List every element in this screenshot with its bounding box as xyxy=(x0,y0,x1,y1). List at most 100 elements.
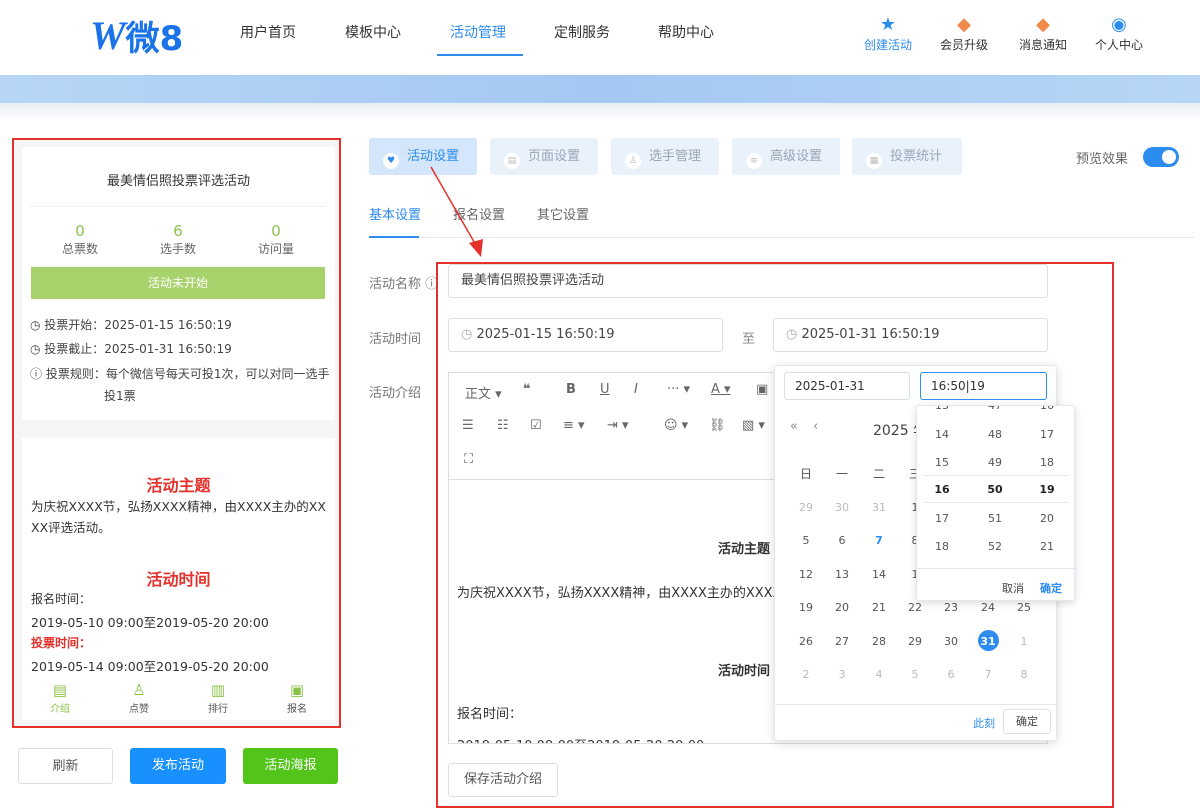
more-icon[interactable]: ··· ▾ xyxy=(667,382,690,397)
day-cell[interactable]: 22 xyxy=(897,601,933,614)
second-cell[interactable]: 17 xyxy=(1027,428,1067,441)
numbered-list-icon[interactable]: ☷ xyxy=(497,418,509,433)
notifications-button[interactable]: ◆ 消息通知 xyxy=(1011,14,1075,53)
day-cell-selected[interactable]: 31 xyxy=(970,635,1006,648)
editor-signup-time: 2019-05-10 09:00至2019-05-20 20:00 xyxy=(457,735,704,743)
day-cell[interactable]: 30 xyxy=(824,501,860,514)
minute-cell-selected[interactable]: 50 xyxy=(975,483,1015,496)
time-ok-button[interactable]: 确定 xyxy=(1040,580,1062,596)
publish-button[interactable]: 发布活动 xyxy=(130,748,226,784)
day-cell[interactable]: 6 xyxy=(824,534,860,547)
picker-now-button[interactable]: 此刻 xyxy=(973,715,995,731)
tab-vote-stats[interactable]: ▦ 投票统计 xyxy=(852,138,962,175)
tabbar-like[interactable]: ♙ 点赞 xyxy=(115,680,163,720)
nav-help[interactable]: 帮助中心 xyxy=(658,22,714,42)
font-color-icon[interactable]: A ▾ xyxy=(711,382,731,397)
nav-home[interactable]: 用户首页 xyxy=(240,22,296,42)
paragraph-select[interactable]: 正文 ▾ xyxy=(465,383,502,402)
hour-cell[interactable]: 18 xyxy=(922,540,962,553)
day-cell[interactable]: 29 xyxy=(788,501,824,514)
day-cell[interactable]: 28 xyxy=(861,635,897,648)
tab-page-settings[interactable]: ▤ 页面设置 xyxy=(490,138,598,175)
underline-icon[interactable]: U xyxy=(600,382,610,397)
day-cell[interactable]: 4 xyxy=(861,668,897,681)
hour-cell-selected[interactable]: 16 xyxy=(922,483,962,496)
second-cell[interactable]: 20 xyxy=(1027,512,1067,525)
day-cell[interactable]: 23 xyxy=(933,601,969,614)
hour-cell[interactable]: 15 xyxy=(922,456,962,469)
day-cell[interactable]: 12 xyxy=(788,568,824,581)
end-time-input[interactable]: ◷ 2025-01-31 16:50:19 xyxy=(773,318,1048,352)
second-cell-selected[interactable]: 19 xyxy=(1027,483,1067,496)
personal-center-button[interactable]: ◉ 个人中心 xyxy=(1087,14,1151,53)
picker-ok-button[interactable]: 确定 xyxy=(1003,709,1051,734)
bullet-list-icon[interactable]: ☰ xyxy=(462,418,474,433)
start-time-input[interactable]: ◷ 2025-01-15 16:50:19 xyxy=(448,318,723,352)
poster-button[interactable]: 活动海报 xyxy=(243,748,338,784)
day-cell[interactable]: 8 xyxy=(1006,668,1042,681)
subtab-other[interactable]: 其它设置 xyxy=(537,204,589,223)
logo[interactable]: W 微8 xyxy=(90,12,200,59)
day-cell[interactable]: 25 xyxy=(1006,601,1042,614)
bold-icon[interactable]: B xyxy=(566,382,576,397)
day-cell[interactable]: 21 xyxy=(861,601,897,614)
second-cell[interactable]: 21 xyxy=(1027,540,1067,553)
create-activity-button[interactable]: ★ 创建活动 xyxy=(856,14,920,53)
refresh-button[interactable]: 刷新 xyxy=(18,748,113,784)
image-icon[interactable]: ▧ ▾ xyxy=(742,418,765,433)
day-cell[interactable]: 20 xyxy=(824,601,860,614)
day-cell[interactable]: 14 xyxy=(861,568,897,581)
nav-templates[interactable]: 模板中心 xyxy=(345,22,401,42)
tabbar-intro[interactable]: ▤ 介绍 xyxy=(36,680,84,720)
minute-cell[interactable]: 52 xyxy=(975,540,1015,553)
preview-toggle[interactable] xyxy=(1143,147,1179,167)
day-cell[interactable]: 30 xyxy=(933,635,969,648)
minute-cell[interactable]: 51 xyxy=(975,512,1015,525)
fullscreen-icon[interactable]: ⛶ xyxy=(464,452,473,467)
save-intro-button[interactable]: 保存活动介绍 xyxy=(448,763,558,797)
tabbar-signup[interactable]: ▣ 报名 xyxy=(273,680,321,720)
tab-contestant-manage[interactable]: ♙ 选手管理 xyxy=(611,138,719,175)
day-cell[interactable]: 13 xyxy=(824,568,860,581)
activity-name-input[interactable]: 最美情侣照投票评选活动 xyxy=(448,264,1048,298)
prev-month-icon[interactable]: ‹ xyxy=(813,419,818,434)
emoji-icon[interactable]: ☺ ▾ xyxy=(664,418,688,433)
bg-color-icon[interactable]: ▣ xyxy=(756,382,768,397)
tab-advanced-settings[interactable]: ≡ 高级设置 xyxy=(732,138,840,175)
minute-cell[interactable]: 48 xyxy=(975,428,1015,441)
day-cell[interactable]: 1 xyxy=(1006,635,1042,648)
todo-icon[interactable]: ☑ xyxy=(530,418,542,433)
second-cell[interactable]: 18 xyxy=(1027,456,1067,469)
subtab-basic[interactable]: 基本设置 xyxy=(369,204,421,223)
day-cell-today[interactable]: 7 xyxy=(861,534,897,547)
day-cell[interactable]: 31 xyxy=(861,501,897,514)
activity-not-started-button[interactable]: 活动未开始 xyxy=(31,267,325,299)
day-cell[interactable]: 7 xyxy=(970,668,1006,681)
prev-year-icon[interactable]: « xyxy=(790,419,798,434)
nav-custom-service[interactable]: 定制服务 xyxy=(554,22,610,42)
link-icon[interactable]: ⛓ xyxy=(709,418,726,433)
day-cell[interactable]: 5 xyxy=(788,534,824,547)
minute-cell[interactable]: 49 xyxy=(975,456,1015,469)
indent-icon[interactable]: ⇥ ▾ xyxy=(607,418,629,433)
tabbar-rank[interactable]: ▥ 排行 xyxy=(194,680,242,720)
hour-cell[interactable]: 14 xyxy=(922,428,962,441)
day-cell[interactable]: 29 xyxy=(897,635,933,648)
day-cell[interactable]: 19 xyxy=(788,601,824,614)
day-cell[interactable]: 26 xyxy=(788,635,824,648)
italic-icon[interactable]: I xyxy=(634,382,638,397)
nav-activity-manage[interactable]: 活动管理 xyxy=(450,22,506,42)
hour-cell[interactable]: 17 xyxy=(922,512,962,525)
picker-time-input[interactable]: 16:50|19 xyxy=(920,372,1047,400)
vip-upgrade-button[interactable]: ◆ 会员升级 xyxy=(932,14,996,53)
day-cell[interactable]: 24 xyxy=(970,601,1006,614)
day-cell[interactable]: 3 xyxy=(824,668,860,681)
quote-icon[interactable]: ❝ xyxy=(523,382,531,397)
day-cell[interactable]: 5 xyxy=(897,668,933,681)
day-cell[interactable]: 6 xyxy=(933,668,969,681)
time-cancel-button[interactable]: 取消 xyxy=(1002,580,1024,596)
day-cell[interactable]: 27 xyxy=(824,635,860,648)
align-icon[interactable]: ≡ ▾ xyxy=(563,418,585,433)
day-cell[interactable]: 2 xyxy=(788,668,824,681)
picker-date-input[interactable]: 2025-01-31 xyxy=(784,372,910,400)
